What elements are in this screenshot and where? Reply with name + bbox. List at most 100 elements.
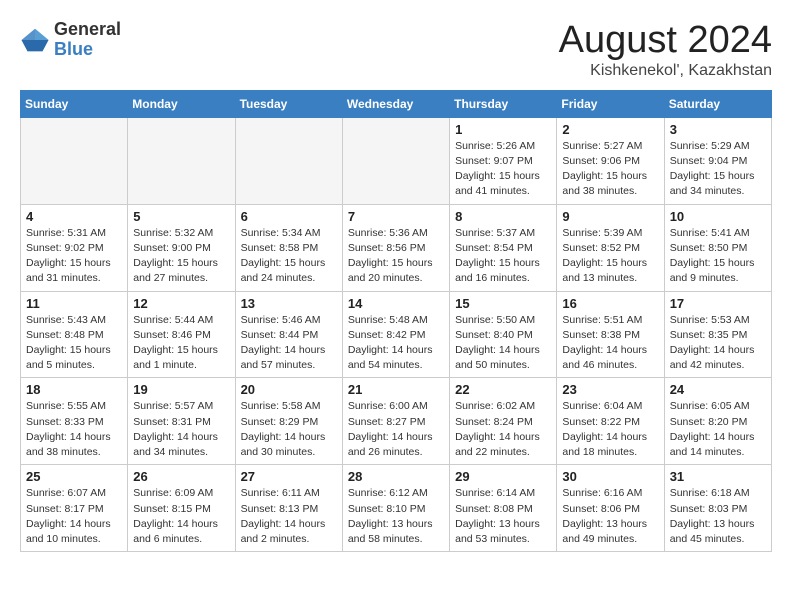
day-info: Sunrise: 6:05 AM Sunset: 8:20 PM Dayligh…: [670, 399, 766, 460]
weekday-header-row: SundayMondayTuesdayWednesdayThursdayFrid…: [21, 90, 772, 117]
calendar-cell: 24 Sunrise: 6:05 AM Sunset: 8:20 PM Dayli…: [664, 378, 771, 465]
day-info: Sunrise: 6:14 AM Sunset: 8:08 PM Dayligh…: [455, 486, 551, 547]
day-info: Sunrise: 5:26 AM Sunset: 9:07 PM Dayligh…: [455, 139, 551, 200]
day-number: 5: [133, 209, 229, 224]
calendar-cell: 26 Sunrise: 6:09 AM Sunset: 8:15 PM Dayli…: [128, 465, 235, 552]
calendar-week-1: 1Sunrise: 5:26 AM Sunset: 9:07 PM Daylig…: [21, 117, 772, 204]
calendar-cell: 8Sunrise: 5:37 AM Sunset: 8:54 PM Daylig…: [450, 204, 557, 291]
day-number: 29: [455, 469, 551, 484]
day-info: Sunrise: 5:51 AM Sunset: 8:38 PM Dayligh…: [562, 313, 658, 374]
calendar-cell: 4 Sunrise: 5:31 AM Sunset: 9:02 PM Daylig…: [21, 204, 128, 291]
day-number: 6: [241, 209, 337, 224]
weekday-header-friday: Friday: [557, 90, 664, 117]
calendar-cell: 14 Sunrise: 5:48 AM Sunset: 8:42 PM Dayli…: [342, 291, 449, 378]
calendar-cell: 16 Sunrise: 5:51 AM Sunset: 8:38 PM Dayli…: [557, 291, 664, 378]
day-info: Sunrise: 5:27 AM Sunset: 9:06 PM Dayligh…: [562, 139, 658, 200]
calendar-cell: 29 Sunrise: 6:14 AM Sunset: 8:08 PM Dayli…: [450, 465, 557, 552]
day-number: 15: [455, 296, 551, 311]
day-info: Sunrise: 5:48 AM Sunset: 8:42 PM Dayligh…: [348, 313, 444, 374]
day-info: Sunrise: 6:00 AM Sunset: 8:27 PM Dayligh…: [348, 399, 444, 460]
day-number: 22: [455, 382, 551, 397]
calendar-cell: 27 Sunrise: 6:11 AM Sunset: 8:13 PM Dayli…: [235, 465, 342, 552]
calendar-cell: 3 Sunrise: 5:29 AM Sunset: 9:04 PM Daylig…: [664, 117, 771, 204]
day-number: 14: [348, 296, 444, 311]
day-info: Sunrise: 5:50 AM Sunset: 8:40 PM Dayligh…: [455, 313, 551, 374]
day-info: Sunrise: 6:12 AM Sunset: 8:10 PM Dayligh…: [348, 486, 444, 547]
logo-blue-text: Blue: [54, 40, 121, 60]
day-number: 4: [26, 209, 122, 224]
day-number: 28: [348, 469, 444, 484]
day-info: Sunrise: 5:58 AM Sunset: 8:29 PM Dayligh…: [241, 399, 337, 460]
calendar-cell: 7Sunrise: 5:36 AM Sunset: 8:56 PM Daylig…: [342, 204, 449, 291]
calendar-cell: 13Sunrise: 5:46 AM Sunset: 8:44 PM Dayli…: [235, 291, 342, 378]
month-year-title: August 2024: [559, 20, 772, 62]
calendar-cell: 15 Sunrise: 5:50 AM Sunset: 8:40 PM Dayli…: [450, 291, 557, 378]
day-info: Sunrise: 5:44 AM Sunset: 8:46 PM Dayligh…: [133, 313, 229, 374]
calendar-cell: 25 Sunrise: 6:07 AM Sunset: 8:17 PM Dayli…: [21, 465, 128, 552]
day-number: 19: [133, 382, 229, 397]
day-info: Sunrise: 5:29 AM Sunset: 9:04 PM Dayligh…: [670, 139, 766, 200]
weekday-header-sunday: Sunday: [21, 90, 128, 117]
logo-icon: [20, 25, 50, 55]
day-number: 26: [133, 469, 229, 484]
logo-text: General Blue: [54, 20, 121, 60]
day-number: 7: [348, 209, 444, 224]
title-block: August 2024 Kishkenekol', Kazakhstan: [559, 20, 772, 80]
calendar-cell: 1Sunrise: 5:26 AM Sunset: 9:07 PM Daylig…: [450, 117, 557, 204]
day-info: Sunrise: 5:55 AM Sunset: 8:33 PM Dayligh…: [26, 399, 122, 460]
day-info: Sunrise: 5:32 AM Sunset: 9:00 PM Dayligh…: [133, 226, 229, 287]
day-number: 10: [670, 209, 766, 224]
calendar-cell: [342, 117, 449, 204]
day-info: Sunrise: 6:16 AM Sunset: 8:06 PM Dayligh…: [562, 486, 658, 547]
day-number: 17: [670, 296, 766, 311]
calendar-cell: 9Sunrise: 5:39 AM Sunset: 8:52 PM Daylig…: [557, 204, 664, 291]
calendar-table: SundayMondayTuesdayWednesdayThursdayFrid…: [20, 90, 772, 552]
day-info: Sunrise: 5:57 AM Sunset: 8:31 PM Dayligh…: [133, 399, 229, 460]
day-info: Sunrise: 5:46 AM Sunset: 8:44 PM Dayligh…: [241, 313, 337, 374]
logo-general-text: General: [54, 20, 121, 40]
day-info: Sunrise: 5:31 AM Sunset: 9:02 PM Dayligh…: [26, 226, 122, 287]
calendar-cell: 22Sunrise: 6:02 AM Sunset: 8:24 PM Dayli…: [450, 378, 557, 465]
day-number: 23: [562, 382, 658, 397]
day-info: Sunrise: 5:53 AM Sunset: 8:35 PM Dayligh…: [670, 313, 766, 374]
day-number: 25: [26, 469, 122, 484]
calendar-cell: 18 Sunrise: 5:55 AM Sunset: 8:33 PM Dayli…: [21, 378, 128, 465]
weekday-header-wednesday: Wednesday: [342, 90, 449, 117]
day-info: Sunrise: 6:09 AM Sunset: 8:15 PM Dayligh…: [133, 486, 229, 547]
day-number: 27: [241, 469, 337, 484]
weekday-header-monday: Monday: [128, 90, 235, 117]
calendar-cell: 19 Sunrise: 5:57 AM Sunset: 8:31 PM Dayli…: [128, 378, 235, 465]
weekday-header-tuesday: Tuesday: [235, 90, 342, 117]
day-number: 20: [241, 382, 337, 397]
calendar-cell: 12 Sunrise: 5:44 AM Sunset: 8:46 PM Dayli…: [128, 291, 235, 378]
calendar-cell: 17 Sunrise: 5:53 AM Sunset: 8:35 PM Dayli…: [664, 291, 771, 378]
day-number: 8: [455, 209, 551, 224]
calendar-cell: 28 Sunrise: 6:12 AM Sunset: 8:10 PM Dayli…: [342, 465, 449, 552]
day-number: 9: [562, 209, 658, 224]
calendar-cell: 30 Sunrise: 6:16 AM Sunset: 8:06 PM Dayli…: [557, 465, 664, 552]
calendar-cell: [21, 117, 128, 204]
day-info: Sunrise: 6:11 AM Sunset: 8:13 PM Dayligh…: [241, 486, 337, 547]
calendar-week-3: 11 Sunrise: 5:43 AM Sunset: 8:48 PM Dayli…: [21, 291, 772, 378]
calendar-cell: [128, 117, 235, 204]
calendar-cell: [235, 117, 342, 204]
day-number: 16: [562, 296, 658, 311]
day-info: Sunrise: 5:34 AM Sunset: 8:58 PM Dayligh…: [241, 226, 337, 287]
calendar-cell: 11 Sunrise: 5:43 AM Sunset: 8:48 PM Dayli…: [21, 291, 128, 378]
calendar-week-5: 25 Sunrise: 6:07 AM Sunset: 8:17 PM Dayli…: [21, 465, 772, 552]
day-number: 3: [670, 122, 766, 137]
calendar-cell: 31Sunrise: 6:18 AM Sunset: 8:03 PM Dayli…: [664, 465, 771, 552]
day-number: 24: [670, 382, 766, 397]
day-info: Sunrise: 5:41 AM Sunset: 8:50 PM Dayligh…: [670, 226, 766, 287]
day-number: 11: [26, 296, 122, 311]
day-info: Sunrise: 5:43 AM Sunset: 8:48 PM Dayligh…: [26, 313, 122, 374]
calendar-cell: 5 Sunrise: 5:32 AM Sunset: 9:00 PM Daylig…: [128, 204, 235, 291]
day-number: 2: [562, 122, 658, 137]
day-info: Sunrise: 6:07 AM Sunset: 8:17 PM Dayligh…: [26, 486, 122, 547]
day-info: Sunrise: 6:18 AM Sunset: 8:03 PM Dayligh…: [670, 486, 766, 547]
day-number: 30: [562, 469, 658, 484]
day-number: 12: [133, 296, 229, 311]
calendar-cell: 21Sunrise: 6:00 AM Sunset: 8:27 PM Dayli…: [342, 378, 449, 465]
day-number: 18: [26, 382, 122, 397]
calendar-week-4: 18 Sunrise: 5:55 AM Sunset: 8:33 PM Dayli…: [21, 378, 772, 465]
